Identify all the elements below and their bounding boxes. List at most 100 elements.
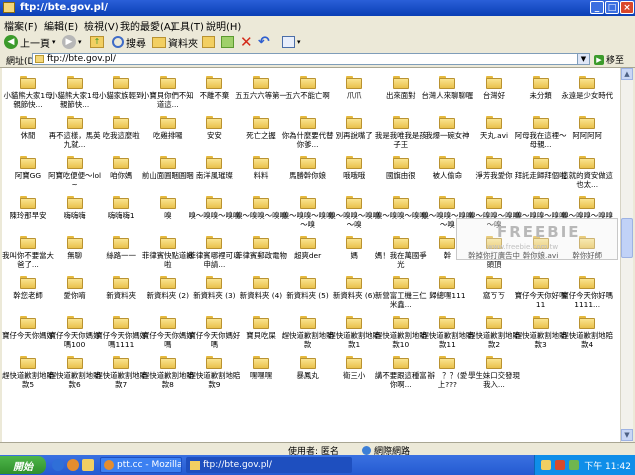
folder-item[interactable]: 新資料夾 (5)	[284, 276, 332, 314]
menu-tools[interactable]: 工具(T)	[170, 18, 204, 33]
folder-item[interactable]: 嗅	[144, 196, 192, 234]
folder-item[interactable]: 咱你媽	[97, 156, 145, 194]
folder-item[interactable]: 衛三小	[330, 356, 378, 394]
folder-item[interactable]: 辦 ？？(愛上???	[423, 356, 471, 394]
taskbar-item-firefox[interactable]: ptt.cc - Mozilla Firefox	[100, 457, 182, 473]
folder-item[interactable]: 嗅～嗅嗅～嗅嗅～嗅	[282, 196, 333, 234]
menu-favorites[interactable]: 我的最愛(A)	[120, 18, 175, 33]
folder-item[interactable]: 趕快道歉割地賠款1	[328, 316, 380, 354]
folder-item[interactable]: 五六不能亡啊	[284, 76, 332, 114]
folder-item[interactable]: 休閒	[4, 116, 52, 154]
folder-item[interactable]: 新營富工機三仁米鑫...	[375, 276, 427, 314]
menu-file[interactable]: 檔案(F)	[4, 18, 38, 33]
go-button[interactable]: ▶ 移至	[594, 53, 624, 66]
folder-item[interactable]: 嘿嘿嘿	[237, 356, 285, 394]
folder-item[interactable]: 菲律賓哪裡可以申請...	[189, 236, 240, 274]
folder-item[interactable]: 料料	[237, 156, 285, 194]
menu-view[interactable]: 檢視(V)	[84, 18, 119, 33]
folder-item[interactable]: 南洋風璀璨	[190, 156, 238, 194]
folder-item[interactable]: 阿寶吃便便～lol~	[48, 156, 101, 194]
folder-item[interactable]: 這就的資安做這也太...	[561, 156, 613, 194]
folder-item[interactable]: 菲律賓快點道歉啦	[142, 236, 194, 274]
folder-item[interactable]: 嗅～嗅嗅～嗅嗅	[375, 196, 427, 234]
folder-item[interactable]: 歸總嘿111	[423, 276, 471, 314]
folder-item[interactable]: 學生妹口交發現我入...	[468, 356, 520, 394]
folders-button[interactable]: 資料夾	[152, 34, 198, 50]
folder-item[interactable]: 別再說嘴了	[330, 116, 378, 154]
folder-item[interactable]: 再不這樣，馬英九就...	[49, 116, 100, 154]
folder-item[interactable]: 趕快道歉割地賠款	[282, 316, 333, 354]
folder-item[interactable]: 天丸.avi	[470, 116, 518, 154]
folder-item[interactable]: 小貓熊大家1母親節快...	[50, 76, 99, 114]
firefox-icon[interactable]	[67, 459, 79, 471]
move-to-button[interactable]	[202, 34, 215, 50]
folder-item[interactable]: 趕快道歉割地賠款3	[515, 316, 566, 354]
folder-item[interactable]: 出來面對	[377, 76, 425, 114]
start-button[interactable]: 開始	[0, 456, 46, 474]
up-folder-button[interactable]: ↑	[90, 34, 104, 50]
folder-item[interactable]: 趕快道歉割地賠款9	[189, 356, 240, 394]
folder-item[interactable]: 趕快道歉割地賠款10	[375, 316, 427, 354]
folder-item[interactable]: 淨芳我愛你	[470, 156, 518, 194]
tray-icon[interactable]	[541, 460, 551, 470]
folder-item[interactable]: 不離不棄	[190, 76, 238, 114]
folder-item[interactable]: 趕快道歉割地賠款4	[561, 316, 613, 354]
folder-item[interactable]: 暴鳳丸	[284, 356, 332, 394]
folder-item[interactable]: 台灣人來聊聊喔	[422, 76, 473, 114]
menu-help[interactable]: 說明(H)	[206, 18, 241, 33]
vertical-scrollbar[interactable]: ▲ ▼	[620, 68, 633, 442]
delete-button[interactable]: ✕	[240, 34, 253, 50]
folder-item[interactable]: 阿寶GG	[4, 156, 52, 194]
folder-item[interactable]: 趕快道歉割地賠款6	[49, 356, 100, 394]
minimize-button[interactable]: _	[590, 1, 604, 14]
folder-item[interactable]: 嗨嗨嗨1	[97, 196, 145, 234]
folder-item[interactable]: 五五六六等第一	[235, 76, 287, 114]
folder-item[interactable]: 新資料夾 (3)	[190, 276, 238, 314]
folder-item[interactable]: 台灣好	[470, 76, 518, 114]
folder-item[interactable]: 阿阿阿阿	[563, 116, 611, 154]
scroll-thumb[interactable]	[621, 218, 633, 258]
folder-item[interactable]: 吃我這麼啦	[97, 116, 145, 154]
folder-item[interactable]: 嗅～嗅嗅～嗅嗅	[235, 196, 287, 234]
search-button[interactable]: 搜尋	[112, 34, 146, 50]
folder-item[interactable]: 新資料夾 (6)	[330, 276, 378, 314]
folder-item[interactable]: 趕快道歉割地賠款11	[422, 316, 473, 354]
folder-item[interactable]: 寶仔今天你媽好嗎1111	[95, 316, 147, 354]
folder-item[interactable]: 吃雞排囉	[144, 116, 192, 154]
title-bar[interactable]: ftp://bte.gov.pl/ _ □ ×	[0, 0, 635, 16]
folder-item[interactable]: 菲律賓郵政電物	[235, 236, 287, 274]
folder-item[interactable]: 媽	[330, 236, 378, 274]
folder-item[interactable]: 哦哦哦	[330, 156, 378, 194]
folder-item[interactable]: 安安	[190, 116, 238, 154]
folder-item[interactable]: 窩ㄎㄎ	[470, 276, 518, 314]
maximize-button[interactable]: □	[605, 1, 619, 14]
folder-item[interactable]: 未分類	[517, 76, 565, 114]
back-button[interactable]: ◀ 上一頁 ▾	[4, 34, 56, 50]
folder-item[interactable]: 爪爪	[330, 76, 378, 114]
folder-item[interactable]: 新資料夾 (2)	[144, 276, 192, 314]
folder-item[interactable]: 我是我唯我是孩子王	[375, 116, 427, 154]
scroll-down-button[interactable]: ▼	[621, 429, 633, 441]
tray-icon[interactable]	[569, 460, 579, 470]
folder-item[interactable]: 新資料夾 (4)	[237, 276, 285, 314]
folder-item[interactable]: 我叫你不要當大爸了...	[2, 236, 54, 274]
folder-item[interactable]: 小貓熊大家1母親節快...	[3, 76, 53, 114]
folder-item[interactable]: 嗅～嗅嗅～嗅嗅～嗅	[328, 196, 380, 234]
folder-item[interactable]: 寶仔今天你好嗎1111...	[561, 276, 613, 314]
folder-item[interactable]: 寶仔今天你好嗎11	[515, 276, 566, 314]
folder-item[interactable]: 拜託走歸拜個啦	[515, 156, 566, 194]
folder-item[interactable]: 我爆一碗女神	[423, 116, 471, 154]
forward-button[interactable]: ▶ ▾	[62, 34, 82, 50]
folder-item[interactable]: 幹您老師	[4, 276, 52, 314]
folder-item[interactable]: 趕快道歉割地賠款8	[142, 356, 194, 394]
taskbar-item-explorer[interactable]: ftp://bte.gov.pl/	[186, 457, 352, 473]
folder-item[interactable]: 講不要跟這種富你啊...	[375, 356, 427, 394]
menu-edit[interactable]: 編輯(E)	[44, 18, 78, 33]
folder-item[interactable]: 趕快道歉割地賠款2	[468, 316, 520, 354]
undo-button[interactable]: ↶	[258, 34, 270, 50]
folder-item[interactable]: 寶仔今天你媽好嗎	[142, 316, 194, 354]
folder-item[interactable]: 新資料夾	[97, 276, 145, 314]
folder-item[interactable]: 媽！我在萬國爭光	[375, 236, 427, 274]
folder-item[interactable]: 小寶貝你們不知道這...	[142, 76, 194, 114]
close-button[interactable]: ×	[620, 1, 634, 14]
